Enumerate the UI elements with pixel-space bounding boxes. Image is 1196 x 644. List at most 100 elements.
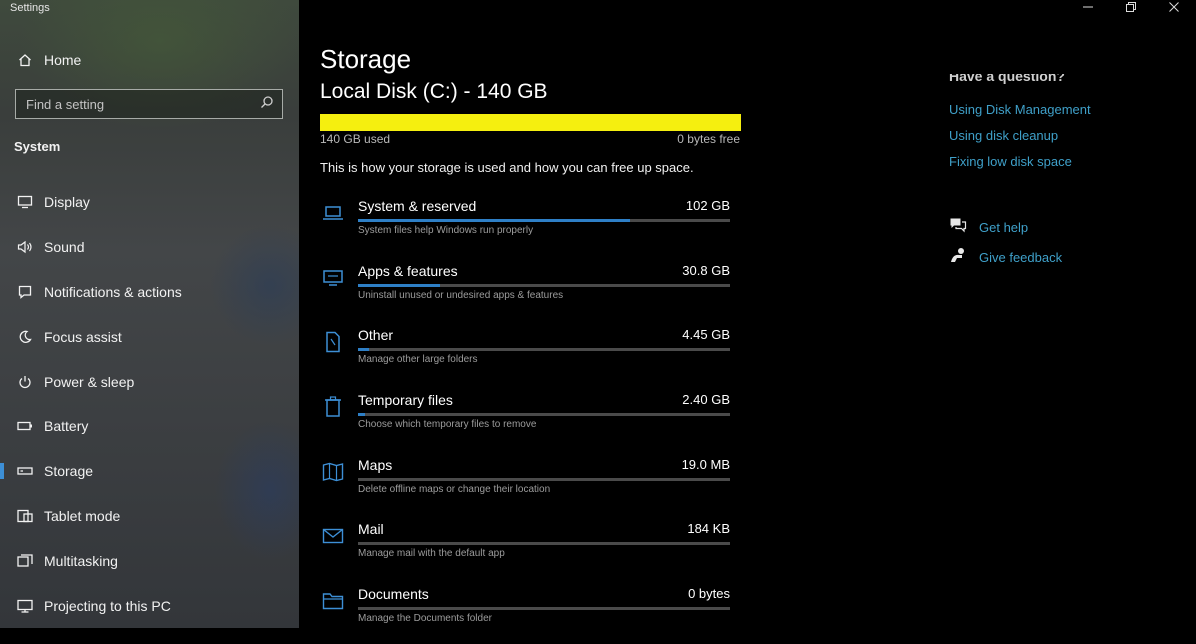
nav-home[interactable]: Home: [0, 40, 299, 80]
sidebar-item-battery[interactable]: Battery: [0, 406, 299, 446]
give-feedback-link[interactable]: Give feedback: [949, 247, 1062, 268]
category-maps[interactable]: Maps 19.0 MB Delete offline maps or chan…: [318, 455, 738, 515]
category-name: Apps & features: [358, 263, 458, 279]
sidebar-item-label: Sound: [44, 239, 85, 255]
minimize-icon: [1083, 0, 1093, 17]
sidebar-item-tablet-mode[interactable]: Tablet mode: [0, 496, 299, 536]
sidebar-item-display[interactable]: Display: [0, 182, 299, 222]
sidebar-item-power-sleep[interactable]: Power & sleep: [0, 362, 299, 402]
category-documents[interactable]: Documents 0 bytes Manage the Documents f…: [318, 584, 738, 644]
sidebar-item-multitasking[interactable]: Multitasking: [0, 541, 299, 581]
category-usage-bar-fill: [358, 219, 630, 222]
nav-home-label: Home: [44, 52, 82, 68]
category-name: Other: [358, 327, 394, 343]
category-size: 184 KB: [687, 521, 730, 536]
home-icon: [14, 53, 36, 67]
feedback-icon: [949, 247, 967, 268]
apps-icon: [320, 265, 346, 291]
section-header-system: System: [14, 139, 61, 154]
category-description: Manage mail with the default app: [358, 548, 505, 559]
minimize-button[interactable]: [1068, 0, 1108, 16]
disk-usage-bar-fill: [320, 114, 741, 131]
category-temporary-files[interactable]: Temporary files 2.40 GB Choose which tem…: [318, 390, 738, 450]
close-icon: [1169, 0, 1179, 17]
link-fixing-low-disk-space[interactable]: Fixing low disk space: [949, 154, 1072, 169]
category-mail[interactable]: Mail 184 KB Manage mail with the default…: [318, 519, 738, 579]
category-usage-bar: [358, 607, 730, 610]
close-button[interactable]: [1154, 0, 1194, 16]
sidebar-item-label: Projecting to this PC: [44, 598, 171, 614]
category-usage-bar-fill: [358, 284, 440, 287]
map-icon: [320, 459, 346, 485]
search-input[interactable]: [26, 96, 246, 112]
document-icon: [320, 329, 346, 355]
category-description: Manage other large folders: [358, 354, 478, 365]
notification-icon: [14, 285, 36, 299]
category-description: System files help Windows run properly: [358, 225, 534, 236]
storage-intro-text: This is how your storage is used and how…: [320, 160, 694, 175]
category-description: Manage the Documents folder: [358, 613, 492, 624]
related-heading: Have a question?: [949, 68, 1065, 84]
get-help-label: Get help: [979, 220, 1029, 235]
restore-icon: [1126, 0, 1136, 17]
category-system-reserved[interactable]: System & reserved 102 GB System files he…: [318, 196, 738, 256]
category-usage-bar-fill: [358, 413, 366, 416]
app-title: Settings: [10, 2, 50, 14]
sidebar-item-sound[interactable]: Sound: [0, 227, 299, 267]
category-usage-bar: [358, 542, 730, 545]
storage-icon: [14, 466, 36, 476]
category-size: 4.45 GB: [682, 327, 730, 342]
search-icon[interactable]: [260, 95, 274, 114]
trash-icon: [320, 394, 346, 420]
sidebar: Settings Home System Display Sound Notif…: [0, 0, 299, 628]
give-feedback-label: Give feedback: [979, 250, 1063, 265]
sidebar-item-storage[interactable]: Storage: [0, 451, 299, 491]
category-usage-bar: [358, 478, 730, 481]
sidebar-item-focus-assist[interactable]: Focus assist: [0, 317, 299, 357]
battery-icon: [14, 421, 36, 431]
link-using-disk-cleanup[interactable]: Using disk cleanup: [949, 128, 1058, 143]
sidebar-item-label: Display: [44, 194, 90, 210]
moon-icon: [14, 330, 36, 344]
sidebar-item-projecting[interactable]: Projecting to this PC: [0, 586, 299, 626]
category-size: 102 GB: [685, 198, 730, 213]
category-usage-bar-fill: [358, 348, 370, 351]
page-title: Storage: [320, 44, 412, 74]
category-usage-bar: [358, 413, 730, 416]
category-usage-bar: [358, 219, 730, 222]
disk-free-label: 0 bytes free: [677, 132, 740, 146]
search-box: [15, 89, 283, 119]
sidebar-item-label: Power & sleep: [44, 374, 135, 390]
get-help-link[interactable]: Get help: [949, 217, 1028, 238]
category-name: Maps: [358, 457, 393, 473]
multitasking-icon: [14, 554, 36, 568]
sidebar-item-notifications[interactable]: Notifications & actions: [0, 272, 299, 312]
power-icon: [14, 375, 36, 389]
sidebar-item-label: Multitasking: [44, 553, 118, 569]
sidebar-item-label: Battery: [44, 418, 89, 434]
link-using-disk-management[interactable]: Using Disk Management: [949, 102, 1091, 117]
disk-usage-bar: [320, 114, 741, 131]
category-other[interactable]: Other 4.45 GB Manage other large folders: [318, 325, 738, 385]
category-description: Choose which temporary files to remove: [358, 419, 537, 430]
category-description: Uninstall unused or undesired apps & fea…: [358, 290, 564, 301]
restore-button[interactable]: [1111, 0, 1151, 16]
sidebar-item-label: Notifications & actions: [44, 284, 182, 300]
category-name: Documents: [358, 586, 429, 602]
chat-help-icon: [949, 217, 967, 238]
projector-icon: [14, 599, 36, 613]
category-size: 0 bytes: [688, 586, 730, 601]
category-usage-bar: [358, 284, 730, 287]
category-size: 19.0 MB: [681, 457, 730, 472]
monitor-icon: [14, 195, 36, 209]
sidebar-item-label: Focus assist: [44, 329, 122, 345]
laptop-icon: [320, 200, 346, 226]
category-apps-features[interactable]: Apps & features 30.8 GB Uninstall unused…: [318, 261, 738, 321]
category-size: 30.8 GB: [682, 263, 730, 278]
category-name: Temporary files: [358, 392, 453, 408]
speaker-icon: [14, 240, 36, 254]
category-name: System & reserved: [358, 198, 477, 214]
category-name: Mail: [358, 521, 384, 537]
mail-icon: [320, 523, 346, 549]
disk-title[interactable]: Local Disk (C:) - 140 GB: [320, 80, 548, 104]
